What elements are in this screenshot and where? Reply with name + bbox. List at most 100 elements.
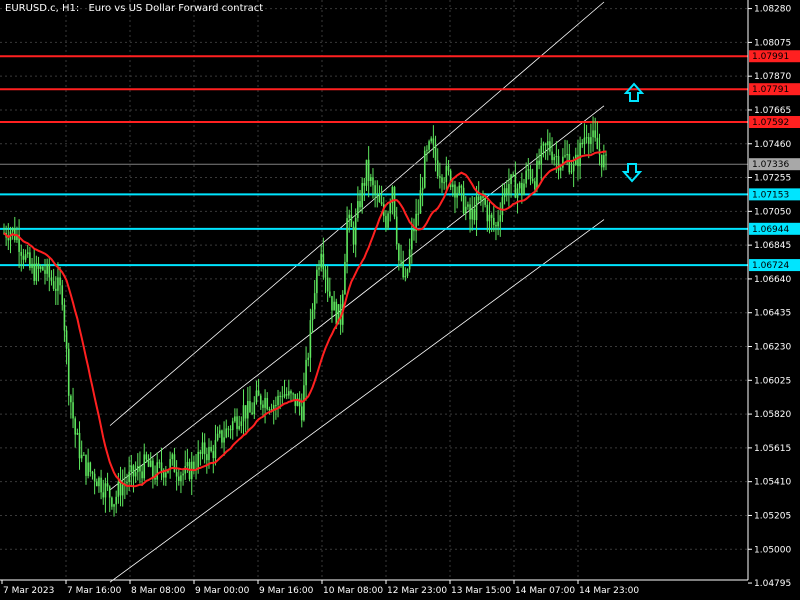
candle-body [570,171,573,173]
candle-body [469,204,471,220]
candle-body [579,142,581,167]
candle-body [523,183,525,195]
candle-body [555,156,558,158]
candle-body [65,330,68,349]
candle-body [20,251,23,256]
candle-body [119,481,122,496]
candle [423,146,426,189]
candle-body [316,269,318,294]
candle-body [130,465,133,472]
candle-body [227,428,230,430]
candle-body [426,149,428,151]
x-tick-label: 13 Mar 15:00 [451,586,511,596]
price-chart[interactable]: 1.08280 1.08075 1.07870 1.07665 1.07460 1.072… [0,0,800,600]
candle-body [307,357,310,360]
y-tick-label: 1.06025 [754,376,791,386]
candle-body [594,130,597,138]
candle-body [490,214,493,218]
candle-body [244,405,247,419]
candle-body [281,396,284,398]
candle-body [212,451,215,459]
candle-body [372,177,374,186]
candle-body [152,460,154,478]
candle-body [393,187,396,217]
candle-body [318,267,320,270]
candle-body [495,224,497,227]
candle-body [363,183,366,186]
candle-body [335,301,338,325]
candle-body [85,454,87,476]
candle-body [587,137,590,144]
candle-body [42,266,44,271]
candle-body [370,177,372,182]
candle-body [514,174,517,198]
candle-body [134,472,137,477]
candle-body [76,432,79,435]
y-tick-label: 1.08075 [754,38,791,48]
candle-body [113,504,115,507]
x-tick-label: 7 Mar 2023 [3,586,54,596]
candle-body [460,185,463,188]
candle-body [329,291,331,297]
candle-body [428,141,430,150]
candle-body [303,385,305,421]
candle-body [229,429,232,431]
candle-body [402,261,404,278]
candle-body [313,293,316,310]
candle-body [115,496,118,505]
candle-body [275,405,277,407]
candle-body [419,190,422,214]
candle-body [432,138,435,145]
candle-body [367,159,370,182]
candle-body [50,277,53,282]
candle-body [458,185,461,194]
candle-body [497,221,499,227]
candle-body [268,409,271,411]
candle-body [147,459,150,467]
candle-body [398,244,400,261]
y-tick-label: 1.07665 [754,106,791,116]
candle-body [98,477,100,487]
candle-body [184,466,187,474]
candle-body [95,481,98,487]
symbol-label: EURUSD.c, H1: [5,3,80,14]
candle-body [285,394,288,396]
candle-body [581,142,584,145]
candle-body [24,254,27,260]
time-axis[interactable]: 7 Mar 2023 7 Mar 16:00 8 Mar 08:00 9 Mar 00… [1,580,639,596]
candle-body [231,421,234,431]
candle-body [57,277,59,291]
candle-body [443,182,445,184]
candle-body [242,405,245,422]
candle-body [234,416,236,422]
candle-body [156,462,158,480]
candle-body [320,253,322,268]
candle-body [488,214,491,222]
resistance-tag-label: 1.07791 [752,85,789,95]
candle-body [473,209,476,221]
candle-body [80,454,83,459]
candle-body [344,261,346,295]
candle-body [201,442,204,454]
candle-body [266,397,269,410]
candle-body [54,288,57,291]
candle-body [262,404,264,408]
candle-body [348,214,351,219]
candle-body [544,143,547,146]
candle-body [447,165,450,171]
candle-body [31,263,33,268]
candle-body [434,144,437,161]
x-tick-label: 14 Mar 07:00 [515,586,575,596]
candle-body [529,169,532,180]
candle-body [290,391,292,394]
candle-body [423,150,426,188]
candle-body [516,188,519,198]
candle-body [592,130,594,138]
candle-body [572,164,575,172]
candle-body [333,301,335,311]
y-tick-label: 1.05615 [754,444,791,454]
candle-body [350,214,353,227]
x-tick-label: 9 Mar 00:00 [195,586,250,596]
candle-body [385,215,387,228]
candle-body [199,451,202,454]
